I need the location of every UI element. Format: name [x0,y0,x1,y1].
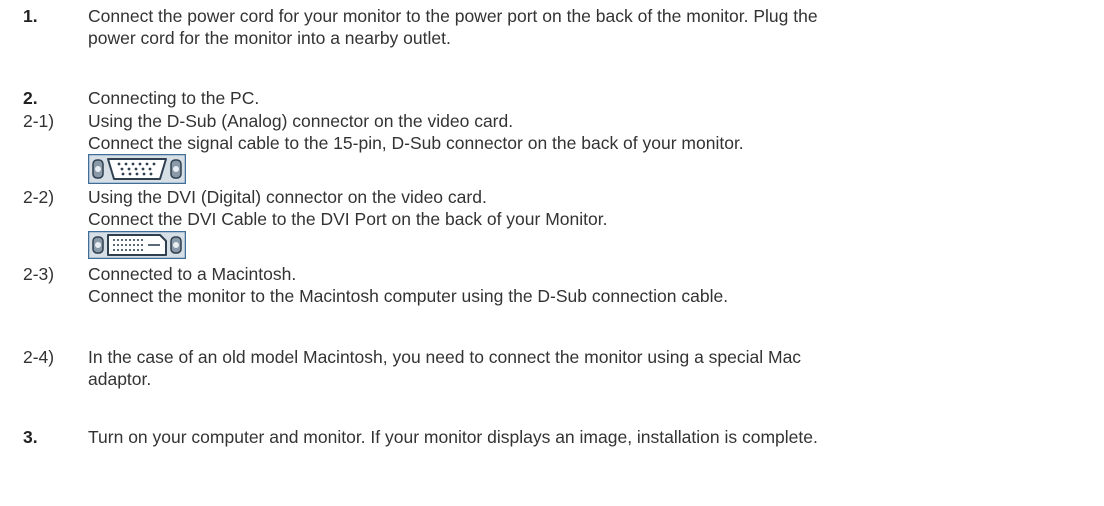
step-line: Connect the power cord for your monitor … [88,6,818,26]
step-line: Connecting to the PC. [88,88,260,108]
step-text: Turn on your computer and monitor. If yo… [88,426,1098,448]
step-line: power cord for the monitor into a nearby… [88,28,451,48]
step-number: 2-4) [23,347,55,367]
step-text: In the case of an old model Macintosh, y… [88,346,1098,390]
step-line: Connect the DVI Cable to the DVI Port on… [88,209,608,229]
step-line: adaptor. [88,369,152,389]
step-line: In the case of an old model Macintosh, y… [88,347,802,367]
step-text: Connect the power cord for your monitor … [88,5,1098,49]
step-line: Turn on your computer and monitor. If yo… [88,427,818,447]
step-number: 2-2) [23,187,55,207]
step-line: Connect the signal cable to the 15-pin, … [88,133,744,153]
step-line: Connect the monitor to the Macintosh com… [88,286,729,306]
step-number: 2-1) [23,111,55,131]
step-number: 2-3) [23,264,55,284]
step-number: 1. [23,6,38,26]
step-line: Connected to a Macintosh. [88,264,297,284]
step-line: Using the DVI (Digital) connector on the… [88,187,487,207]
step-text: Connecting to the PC. [88,87,1098,109]
d-sub-connector-icon [88,154,186,184]
step-text: Using the DVI (Digital) connector on the… [88,186,1098,230]
step-number: 2. [23,88,38,108]
step-line: Using the D-Sub (Analog) connector on th… [88,111,514,131]
dvi-connector-icon [88,231,186,259]
step-text: Using the D-Sub (Analog) connector on th… [88,110,1098,154]
step-text: Connected to a Macintosh. Connect the mo… [88,263,1098,307]
step-number: 3. [23,427,38,447]
